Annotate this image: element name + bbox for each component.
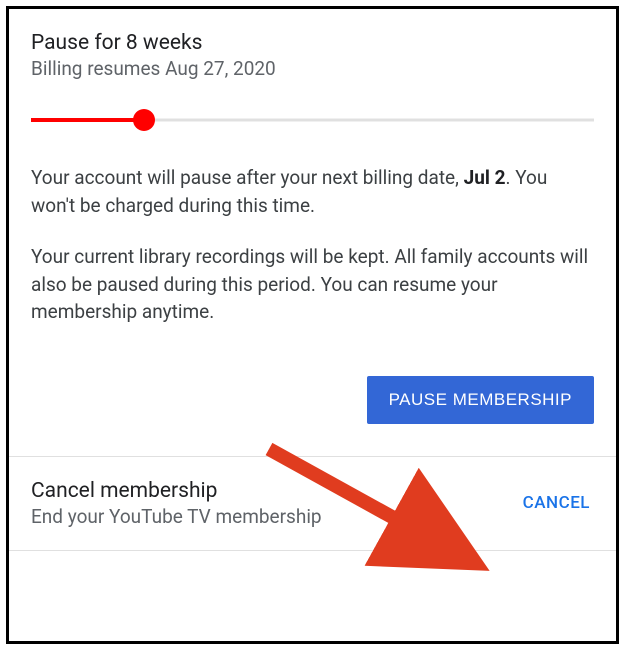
pause-body-text-2: Your current library recordings will be … xyxy=(31,243,594,326)
pause-subtitle: Billing resumes Aug 27, 2020 xyxy=(31,57,594,80)
slider-track-fill xyxy=(31,118,144,122)
cancel-subtitle: End your YouTube TV membership xyxy=(31,505,322,528)
pause-title: Pause for 8 weeks xyxy=(31,31,594,55)
pause-body-date: Jul 2 xyxy=(464,166,506,189)
pause-membership-section: Pause for 8 weeks Billing resumes Aug 27… xyxy=(9,9,616,370)
slider-thumb[interactable] xyxy=(133,109,155,131)
cancel-title: Cancel membership xyxy=(31,479,322,503)
pause-body-text-1: Your account will pause after your next … xyxy=(31,164,594,219)
cancel-membership-section: Cancel membership End your YouTube TV me… xyxy=(9,457,616,551)
pause-button-row: PAUSE MEMBERSHIP xyxy=(9,370,616,456)
pause-duration-slider[interactable] xyxy=(31,108,594,132)
cancel-button[interactable]: CANCEL xyxy=(523,493,594,513)
pause-membership-button[interactable]: PAUSE MEMBERSHIP xyxy=(367,376,594,424)
pause-body-pre: Your account will pause after your next … xyxy=(31,166,464,189)
